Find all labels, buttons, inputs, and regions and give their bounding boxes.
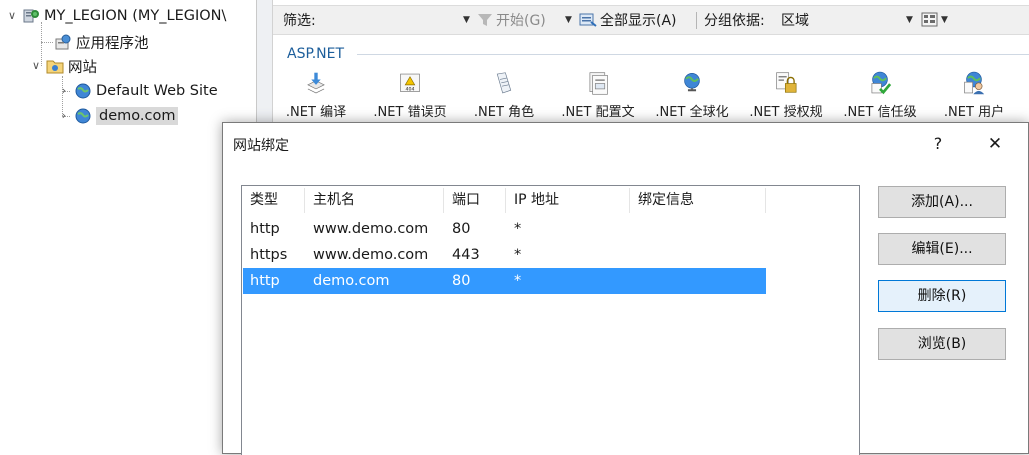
- tree-item-server[interactable]: ∨ MY_LEGION (MY_LEGION\: [6, 4, 226, 28]
- roles-icon: [496, 72, 512, 94]
- cell-info: [630, 268, 638, 294]
- chevron-down-icon[interactable]: ∨: [6, 10, 18, 22]
- cell-ip: *: [514, 247, 522, 263]
- column-header-host[interactable]: 主机名: [305, 186, 355, 215]
- cell-type: http: [250, 273, 280, 289]
- cell-info: [630, 216, 638, 242]
- cell-info: [630, 242, 638, 268]
- feature-label: .NET 全球化: [655, 105, 729, 120]
- binding-row-selected[interactable]: http demo.com 80 *: [243, 268, 766, 294]
- column-header-port[interactable]: 端口: [444, 186, 480, 215]
- svg-text:404: 404: [405, 86, 414, 92]
- sites-label: 网站: [68, 59, 97, 76]
- feature-trust-levels[interactable]: .NET 信任级: [837, 70, 923, 120]
- profile-icon: [589, 72, 608, 95]
- cell-type: http: [250, 221, 280, 237]
- error-page-icon: 404: [400, 73, 420, 92]
- edit-binding-button[interactable]: 编辑(E)...: [878, 233, 1006, 265]
- view-grid-icon: [921, 12, 938, 27]
- feature-error-pages[interactable]: 404 .NET 错误页: [367, 70, 453, 120]
- remove-binding-button[interactable]: 删除(R): [878, 280, 1006, 312]
- feature-label: .NET 用户: [943, 105, 1005, 120]
- tree-item-sites[interactable]: ∨ 网站: [30, 54, 97, 78]
- filter-input[interactable]: [321, 6, 471, 34]
- feature-profile[interactable]: .NET 配置文: [555, 70, 641, 120]
- binding-row[interactable]: https www.demo.com 443 *: [243, 242, 766, 268]
- app-pool-icon: [55, 34, 71, 50]
- cell-ip: *: [514, 221, 522, 237]
- folder-icon: [46, 60, 64, 74]
- cell-ip: *: [514, 273, 522, 289]
- app-pools-label: 应用程序池: [76, 35, 149, 52]
- funnel-icon: [478, 14, 492, 26]
- cell-port: 80: [452, 221, 471, 237]
- feature-label: .NET 授权规: [749, 105, 823, 120]
- cell-host: www.demo.com: [313, 221, 429, 237]
- dialog-title: 网站绑定: [233, 138, 289, 154]
- help-button[interactable]: ?: [923, 131, 953, 157]
- feature-label: .NET 配置文: [561, 105, 635, 120]
- group-title-aspnet[interactable]: ASP.NET: [287, 44, 344, 64]
- chevron-right-icon[interactable]: ›: [58, 110, 70, 122]
- close-icon[interactable]: ✕: [979, 131, 1011, 157]
- add-binding-button[interactable]: 添加(A)...: [878, 186, 1006, 218]
- show-all-label: 全部显示(A): [600, 13, 677, 29]
- cell-type: https: [250, 247, 288, 263]
- demo-site-label: demo.com: [96, 107, 179, 125]
- bindings-header: 类型 主机名 端口 IP 地址 绑定信息: [242, 186, 859, 215]
- tree-item-demo-site[interactable]: › demo.com: [58, 104, 179, 128]
- globe-icon: [684, 73, 700, 92]
- tree-item-default-site[interactable]: › Default Web Site: [58, 79, 218, 103]
- cell-port: 80: [452, 273, 471, 289]
- cell-host: www.demo.com: [313, 247, 429, 263]
- globe-icon: [75, 83, 91, 99]
- chevron-right-icon[interactable]: ›: [58, 85, 70, 97]
- cell-host: demo.com: [313, 273, 390, 289]
- trust-icon: [871, 71, 892, 95]
- column-header-ip[interactable]: IP 地址: [506, 186, 559, 215]
- bindings-list[interactable]: 类型 主机名 端口 IP 地址 绑定信息 http www.demo.com 8…: [241, 185, 860, 455]
- start-filter-button[interactable]: 开始(G): [477, 6, 546, 34]
- feature-users[interactable]: .NET 用户: [931, 70, 1017, 120]
- column-header-type[interactable]: 类型: [242, 186, 278, 215]
- feature-label: .NET 信任级: [843, 105, 917, 120]
- feature-roles[interactable]: .NET 角色: [461, 70, 547, 120]
- feature-globalization[interactable]: .NET 全球化: [649, 70, 735, 120]
- start-filter-label: 开始(G): [496, 13, 546, 29]
- binding-row[interactable]: http www.demo.com 80 *: [243, 216, 766, 242]
- server-label: MY_LEGION (MY_LEGION\: [44, 8, 227, 24]
- feature-label: .NET 错误页: [373, 105, 447, 120]
- cell-port: 443: [452, 247, 480, 263]
- filter-label: 筛选:: [283, 13, 316, 29]
- site-bindings-dialog: 网站绑定 ? ✕ 类型 主机名 端口 IP 地址 绑定信息 http www.d…: [222, 122, 1029, 455]
- filter-dropdown-icon[interactable]: ▼: [463, 6, 470, 34]
- compile-icon: [307, 72, 325, 94]
- feature-label: .NET 编译: [285, 105, 347, 120]
- default-site-label: Default Web Site: [96, 83, 218, 99]
- filter-bar: 筛选: ▼ 开始(G) ▼ 全部显示(A) 分组依据: 区域 ▼ ▼: [273, 5, 1029, 35]
- lock-icon: [776, 72, 797, 93]
- start-dropdown-icon[interactable]: ▼: [565, 6, 572, 34]
- browse-binding-button[interactable]: 浏览(B): [878, 328, 1006, 360]
- group-by-select[interactable]: 区域: [781, 6, 901, 34]
- chevron-down-icon[interactable]: ∨: [30, 60, 42, 72]
- tree-item-app-pools[interactable]: 应用程序池: [54, 30, 149, 54]
- feature-label: .NET 角色: [473, 105, 535, 120]
- group-by-dropdown-icon[interactable]: ▼: [906, 6, 913, 34]
- feature-authorization[interactable]: .NET 授权规: [743, 70, 829, 120]
- column-header-info[interactable]: 绑定信息: [630, 186, 694, 215]
- feature-compile[interactable]: .NET 编译: [273, 70, 359, 120]
- show-all-button[interactable]: 全部显示(A): [579, 6, 677, 34]
- server-icon: [23, 9, 39, 23]
- connections-tree: ∨ MY_LEGION (MY_LEGION\ 应用程序池 ∨ 网站 › Def…: [0, 0, 257, 454]
- group-by-label: 分组依据:: [704, 13, 765, 29]
- view-mode-button[interactable]: ▼: [921, 6, 948, 34]
- globe-icon: [75, 108, 91, 124]
- show-all-icon: [579, 13, 597, 27]
- users-icon: [964, 71, 985, 95]
